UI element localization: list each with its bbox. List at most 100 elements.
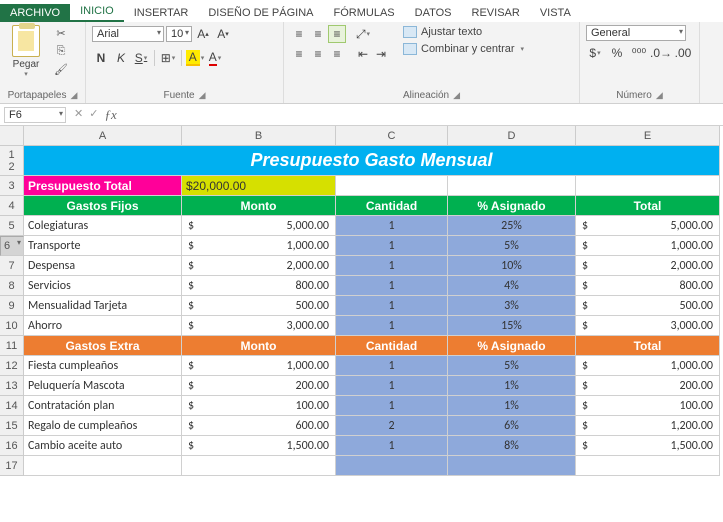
row-header-17[interactable]: 17 bbox=[0, 456, 24, 476]
cell-E11[interactable]: Total bbox=[576, 336, 720, 356]
col-header-A[interactable]: A bbox=[24, 126, 182, 146]
cell-A16[interactable]: Cambio aceite auto bbox=[24, 436, 182, 456]
cell-E8[interactable]: $800.00 bbox=[576, 276, 720, 296]
cell-D4[interactable]: % Asignado bbox=[448, 196, 576, 216]
align-top-button[interactable]: ≡ bbox=[290, 25, 308, 43]
name-box[interactable]: F6 bbox=[4, 107, 66, 123]
number-dialog-launcher[interactable]: ◢ bbox=[656, 90, 663, 101]
cell-A8[interactable]: Servicios bbox=[24, 276, 182, 296]
italic-button[interactable]: K bbox=[112, 49, 130, 67]
tab-formulas[interactable]: FÓRMULAS bbox=[324, 4, 405, 22]
cell-B6[interactable]: $1,000.00 bbox=[182, 236, 336, 256]
cell-E3[interactable] bbox=[576, 176, 720, 196]
orientation-button[interactable]: ⤢ bbox=[354, 25, 372, 43]
cell-A15[interactable]: Regalo de cumpleaños bbox=[24, 416, 182, 436]
cell-E9[interactable]: $500.00 bbox=[576, 296, 720, 316]
format-painter-button[interactable]: 🖌 bbox=[52, 61, 70, 77]
tab-file[interactable]: ARCHIVO bbox=[0, 4, 70, 22]
wrap-text-button[interactable]: Ajustar texto bbox=[400, 25, 527, 39]
cell-D5[interactable]: 25% bbox=[448, 216, 576, 236]
cell-B8[interactable]: $800.00 bbox=[182, 276, 336, 296]
col-header-B[interactable]: B bbox=[182, 126, 336, 146]
clipboard-dialog-launcher[interactable]: ◢ bbox=[71, 90, 78, 101]
cell-C17[interactable] bbox=[336, 456, 448, 476]
cell-E12[interactable]: $1,000.00 bbox=[576, 356, 720, 376]
tab-view[interactable]: VISTA bbox=[530, 4, 581, 22]
cell-A13[interactable]: Peluquería Mascota bbox=[24, 376, 182, 396]
cell-C12[interactable]: 1 bbox=[336, 356, 448, 376]
cell-A7[interactable]: Despensa bbox=[24, 256, 182, 276]
row-header-15[interactable]: 15 bbox=[0, 416, 24, 436]
number-format-select[interactable]: General bbox=[586, 25, 686, 41]
tab-review[interactable]: REVISAR bbox=[462, 4, 530, 22]
cell-B16[interactable]: $1,500.00 bbox=[182, 436, 336, 456]
cell-B7[interactable]: $2,000.00 bbox=[182, 256, 336, 276]
cell-C7[interactable]: 1 bbox=[336, 256, 448, 276]
cell-C9[interactable]: 1 bbox=[336, 296, 448, 316]
comma-button[interactable]: ⁰⁰⁰ bbox=[630, 44, 648, 62]
row-header-1[interactable]: 12 bbox=[0, 146, 24, 176]
cell-B3[interactable]: $20,000.00 bbox=[182, 176, 336, 196]
align-right-button[interactable]: ≡ bbox=[328, 45, 346, 63]
cell-A4[interactable]: Gastos Fijos bbox=[24, 196, 182, 216]
cell-D9[interactable]: 3% bbox=[448, 296, 576, 316]
borders-button[interactable]: ⊞ bbox=[159, 49, 177, 67]
cell-C14[interactable]: 1 bbox=[336, 396, 448, 416]
cell-E13[interactable]: $200.00 bbox=[576, 376, 720, 396]
align-bottom-button[interactable]: ≡ bbox=[328, 25, 346, 43]
row-header-12[interactable]: 12 bbox=[0, 356, 24, 376]
cell-C10[interactable]: 1 bbox=[336, 316, 448, 336]
cell-D12[interactable]: 5% bbox=[448, 356, 576, 376]
cell-A12[interactable]: Fiesta cumpleaños bbox=[24, 356, 182, 376]
align-dialog-launcher[interactable]: ◢ bbox=[453, 90, 460, 101]
row-header-6[interactable]: 6 bbox=[0, 236, 24, 256]
cell-A11[interactable]: Gastos Extra bbox=[24, 336, 182, 356]
row-header-8[interactable]: 8 bbox=[0, 276, 24, 296]
cell-A3[interactable]: Presupuesto Total bbox=[24, 176, 182, 196]
cell-C15[interactable]: 2 bbox=[336, 416, 448, 436]
cell-D10[interactable]: 15% bbox=[448, 316, 576, 336]
cell-B9[interactable]: $500.00 bbox=[182, 296, 336, 316]
cell-E10[interactable]: $3,000.00 bbox=[576, 316, 720, 336]
select-all-corner[interactable] bbox=[0, 126, 24, 146]
cell-D13[interactable]: 1% bbox=[448, 376, 576, 396]
cell-C13[interactable]: 1 bbox=[336, 376, 448, 396]
cell-D14[interactable]: 1% bbox=[448, 396, 576, 416]
cell-C8[interactable]: 1 bbox=[336, 276, 448, 296]
cell-C3[interactable] bbox=[336, 176, 448, 196]
copy-button[interactable]: ⎘ bbox=[52, 43, 70, 59]
cell-D3[interactable] bbox=[448, 176, 576, 196]
align-middle-button[interactable]: ≡ bbox=[309, 25, 327, 43]
row-header-14[interactable]: 14 bbox=[0, 396, 24, 416]
tab-home[interactable]: INICIO bbox=[70, 2, 124, 22]
cell-C6[interactable]: 1 bbox=[336, 236, 448, 256]
tab-insert[interactable]: INSERTAR bbox=[124, 4, 199, 22]
cell-D6[interactable]: 5% bbox=[448, 236, 576, 256]
cell-B15[interactable]: $600.00 bbox=[182, 416, 336, 436]
tab-page-layout[interactable]: DISEÑO DE PÁGINA bbox=[198, 4, 323, 22]
col-header-D[interactable]: D bbox=[448, 126, 576, 146]
worksheet-grid[interactable]: A B C D E 12 Presupuesto Gasto Mensual 3… bbox=[0, 126, 723, 476]
currency-button[interactable]: $ bbox=[586, 44, 604, 62]
align-center-button[interactable]: ≡ bbox=[309, 45, 327, 63]
cell-E5[interactable]: $5,000.00 bbox=[576, 216, 720, 236]
cell-C5[interactable]: 1 bbox=[336, 216, 448, 236]
cell-A6[interactable]: Transporte bbox=[24, 236, 182, 256]
row-header-3[interactable]: 3 bbox=[0, 176, 24, 196]
increase-decimal-button[interactable]: .0→ bbox=[652, 44, 670, 62]
cell-E4[interactable]: Total bbox=[576, 196, 720, 216]
cell-B11[interactable]: Monto bbox=[182, 336, 336, 356]
font-size-select[interactable]: 10 bbox=[166, 26, 192, 42]
decrease-decimal-button[interactable]: .00 bbox=[674, 44, 692, 62]
row-header-13[interactable]: 13 bbox=[0, 376, 24, 396]
cell-title[interactable]: Presupuesto Gasto Mensual bbox=[24, 146, 720, 176]
cell-D15[interactable]: 6% bbox=[448, 416, 576, 436]
row-header-4[interactable]: 4 bbox=[0, 196, 24, 216]
fill-color-button[interactable]: A bbox=[186, 49, 204, 67]
cell-B10[interactable]: $3,000.00 bbox=[182, 316, 336, 336]
cell-B5[interactable]: $5,000.00 bbox=[182, 216, 336, 236]
row-header-7[interactable]: 7 bbox=[0, 256, 24, 276]
cell-E14[interactable]: $100.00 bbox=[576, 396, 720, 416]
cell-D17[interactable] bbox=[448, 456, 576, 476]
cell-B13[interactable]: $200.00 bbox=[182, 376, 336, 396]
